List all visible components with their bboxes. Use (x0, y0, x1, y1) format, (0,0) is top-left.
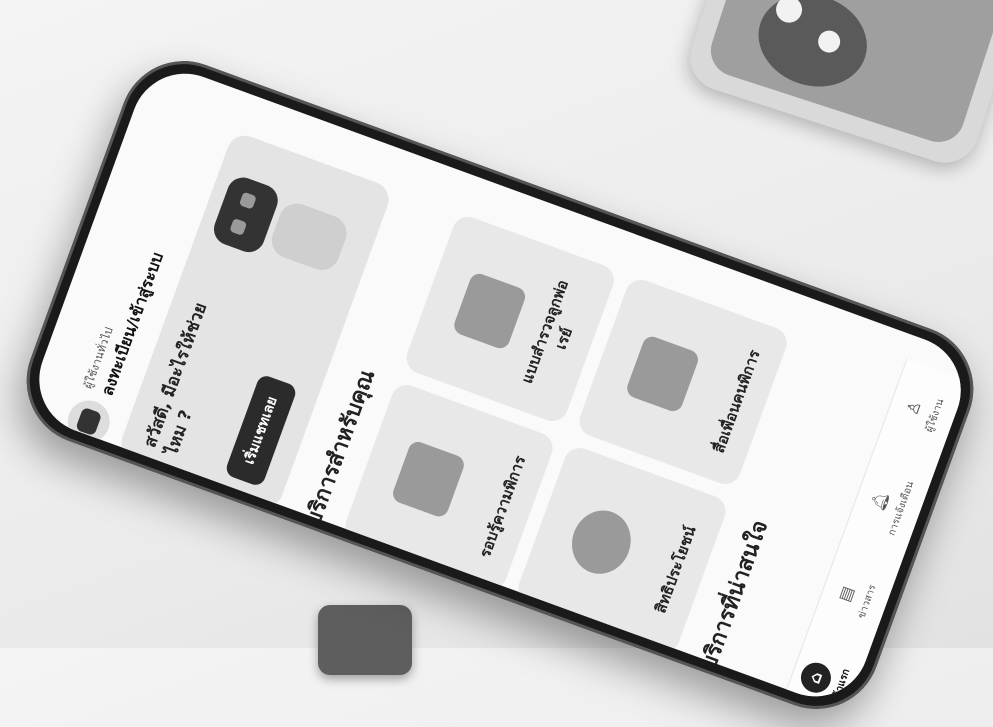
app-content: ผู้ใช้งานทั่วไป ลงทะเบียน/เข้าสู่ระบบ สว… (24, 81, 968, 712)
nav-news[interactable]: ▤ ข่าวสาร (830, 574, 881, 621)
status-left (35, 424, 48, 429)
media-icon (624, 334, 701, 415)
card-label: สิทธิประโยชน์ (650, 523, 700, 616)
smartphone: ผู้ใช้งานทั่วไป ลงทะเบียน/เข้าสู่ระบบ สว… (8, 43, 992, 727)
card-label: แบบสำรวจลูกพ่อเรย์ (517, 277, 576, 386)
survey-icon (451, 271, 528, 352)
robot-eye (238, 191, 257, 210)
mascot-blob (746, 0, 879, 101)
start-chat-button[interactable]: เริ่มแชทเลย (223, 373, 299, 488)
nav-label: หน้าแรก (828, 667, 852, 706)
nav-label: การแจ้งเตือน (886, 479, 916, 538)
robot-mascot-icon (203, 154, 372, 305)
app-icon-inner (704, 0, 993, 149)
card-label: รอบรู้ความพิการ (475, 453, 529, 560)
robot-avatar-icon (74, 406, 102, 437)
star-badge-icon (562, 502, 640, 583)
nav-user[interactable]: ♙ ผู้ใช้งาน (897, 388, 947, 435)
avatar[interactable] (61, 394, 116, 449)
app-icon-tile-prop (681, 0, 993, 172)
gray-block-prop (318, 605, 412, 675)
status-right (152, 101, 165, 106)
nav-home[interactable]: ⌂ หน้าแรก (795, 655, 854, 706)
bell-icon: 🔔︎ (867, 487, 893, 514)
user-icon: ♙ (902, 397, 926, 418)
robot-eye (229, 217, 248, 236)
service-card-benefits[interactable]: สิทธิประโยชน์ (513, 443, 730, 657)
nav-notifications[interactable]: 🔔︎ การแจ้งเตือน (860, 470, 918, 538)
book-icon (390, 439, 467, 520)
home-icon: ⌂ (796, 658, 835, 697)
robot-body (266, 198, 352, 276)
news-icon: ▤ (834, 583, 858, 605)
service-card-disability-knowledge[interactable]: รอบรู้ความพิการ (340, 380, 558, 594)
card-label: สื่อเพื่อนคนพิการ (709, 347, 764, 456)
phone-screen: ผู้ใช้งานทั่วไป ลงทะเบียน/เข้าสู่ระบบ สว… (24, 58, 976, 712)
hero-greeting: สวัสดี, มีอะไรให้ช่วยไหม ? (140, 300, 212, 459)
